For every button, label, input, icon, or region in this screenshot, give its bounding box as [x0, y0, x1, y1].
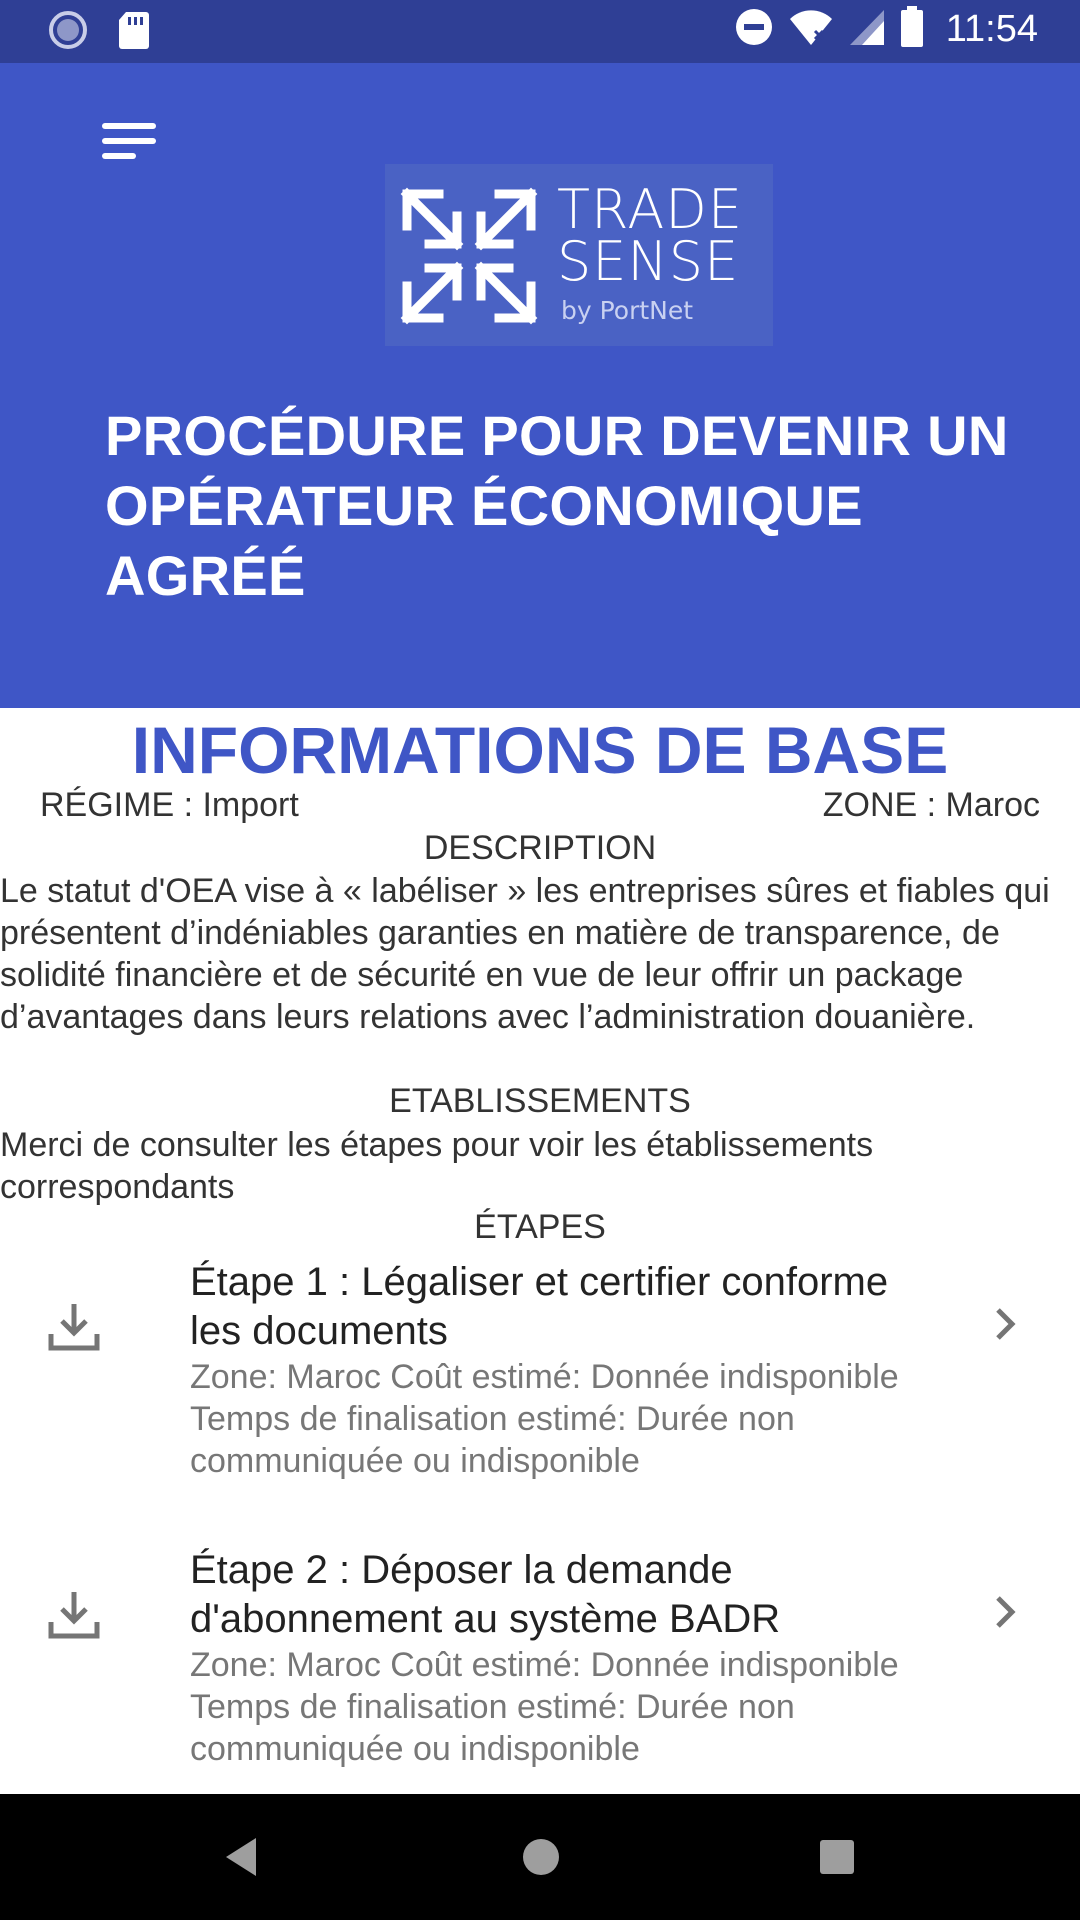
meta-row: RÉGIME : Import ZONE : Maroc [40, 786, 1040, 825]
status-bar-clock: 11:54 [945, 8, 1038, 50]
sd-card-icon [118, 10, 150, 55]
battery-icon [900, 6, 924, 53]
recents-icon[interactable] [814, 1832, 860, 1887]
step-zone-cost: Zone: Maroc Coût estimé: Donnée indispon… [190, 1646, 899, 1684]
tradesense-logo: TRADE SENSE by PortNet [385, 164, 773, 346]
description-text: Le statut d'OEA vise à « labéliser » les… [0, 872, 1050, 1036]
step-time: Temps de finalisation estimé: Durée non … [190, 1400, 795, 1480]
wifi-icon [788, 7, 834, 52]
signal-icon [848, 7, 886, 52]
status-bar-left [48, 10, 150, 55]
menu-button[interactable] [96, 119, 176, 179]
establishments-text: Merci de consulter les étapes pour voir … [0, 1126, 874, 1206]
logo-wordmark: TRADE SENSE [557, 178, 743, 293]
establishments-heading: ETABLISSEMENTS [389, 1082, 691, 1120]
home-icon[interactable] [518, 1832, 564, 1887]
status-bar-right: 11:54 [734, 6, 1038, 53]
app-screen: 11:54 TRADE SENSE by PortNet PROCÉDURE P… [0, 0, 1080, 1920]
step-body: Étape 2 : Déposer la demande d'abonnemen… [190, 1546, 950, 1770]
zone-label: ZONE : Maroc [822, 786, 1040, 824]
step-item[interactable]: Étape 2 : Déposer la demande d'abonnemen… [0, 1546, 1080, 1834]
do-not-disturb-icon [734, 7, 774, 52]
download-icon[interactable] [46, 1298, 102, 1359]
step-body: Étape 1 : Légaliser et certifier conform… [190, 1258, 950, 1482]
menu-icon [96, 123, 162, 167]
steps-list: Étape 1 : Légaliser et certifier conform… [0, 1258, 1080, 1834]
chevron-right-icon[interactable] [990, 1302, 1020, 1351]
page-title: PROCÉDURE POUR DEVENIR UN OPÉRATEUR ÉCON… [105, 404, 1009, 607]
back-icon[interactable] [220, 1832, 266, 1887]
step-title: Étape 2 : Déposer la demande d'abonnemen… [190, 1548, 781, 1641]
step-item[interactable]: Étape 1 : Légaliser et certifier conform… [0, 1258, 1080, 1546]
regime-label: RÉGIME : Import [40, 786, 299, 824]
navigation-bar [0, 1794, 1080, 1920]
step-zone-cost: Zone: Maroc Coût estimé: Donnée indispon… [190, 1358, 899, 1396]
step-time: Temps de finalisation estimé: Durée non … [190, 1688, 795, 1768]
app-header: TRADE SENSE by PortNet PROCÉDURE POUR DE… [0, 63, 1080, 708]
section-title: INFORMATIONS DE BASE [131, 713, 949, 787]
status-bar: 11:54 [0, 0, 1080, 63]
loading-icon [48, 10, 88, 55]
step-title: Étape 1 : Légaliser et certifier conform… [190, 1260, 889, 1353]
chevron-right-icon[interactable] [990, 1590, 1020, 1639]
download-icon[interactable] [46, 1586, 102, 1647]
steps-heading: ÉTAPES [474, 1208, 606, 1246]
description-heading: DESCRIPTION [423, 829, 657, 867]
logo-mark-icon [399, 186, 539, 331]
logo-byline: by PortNet [561, 296, 694, 325]
